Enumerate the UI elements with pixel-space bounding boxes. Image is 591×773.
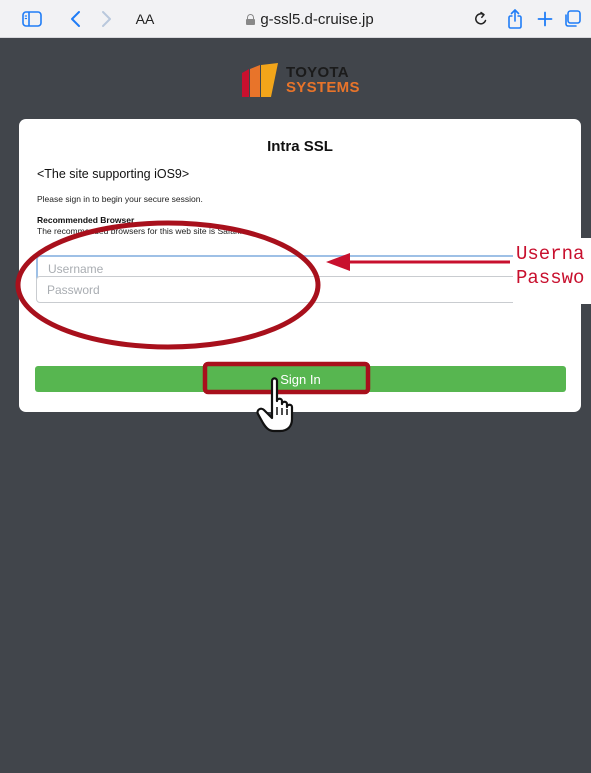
- annotation-line2: Passwo: [516, 267, 585, 289]
- reload-button[interactable]: [470, 0, 492, 38]
- logo-line1: TOYOTA: [286, 64, 349, 81]
- recommended-heading: Recommended Browser: [37, 215, 135, 225]
- new-tab-button[interactable]: [534, 0, 556, 38]
- tabs-icon: [565, 10, 581, 27]
- url-text: g-ssl5.d-cruise.jp: [260, 10, 374, 28]
- ios-support-note: <The site supporting iOS9>: [37, 167, 190, 181]
- password-input[interactable]: [36, 276, 566, 303]
- reload-icon: [475, 11, 487, 25]
- toyota-systems-logo: TOYOTA SYSTEMS: [240, 62, 360, 98]
- login-title: Intra SSL: [267, 138, 333, 155]
- share-icon: [508, 9, 522, 29]
- recommended-text: The recommended browsers for this web si…: [37, 226, 243, 236]
- logo-mark-icon: [242, 63, 278, 97]
- chevron-left-icon: [71, 11, 80, 27]
- browser-toolbar: AA g-ssl5.d-cruise.jp: [0, 0, 591, 38]
- logo-line2: SYSTEMS: [286, 79, 360, 96]
- annotation-callout: Userna Passwo: [513, 238, 591, 304]
- login-card: Intra SSL <The site supporting iOS9> Ple…: [19, 119, 581, 412]
- address-bar[interactable]: g-ssl5.d-cruise.jp: [215, 0, 405, 38]
- reader-label: AA: [135, 11, 155, 27]
- sidebar-icon: [22, 11, 42, 27]
- sign-in-button[interactable]: Sign In: [35, 366, 566, 392]
- sidebar-button[interactable]: [20, 0, 44, 38]
- reader-settings-button[interactable]: AA: [132, 0, 158, 38]
- signin-message: Please sign in to begin your secure sess…: [37, 194, 203, 204]
- back-button[interactable]: [66, 0, 86, 38]
- tabs-button[interactable]: [561, 0, 583, 38]
- annotation-line1: Userna: [516, 243, 585, 265]
- forward-button[interactable]: [96, 0, 116, 38]
- chevron-right-icon: [102, 11, 111, 27]
- share-button[interactable]: [504, 0, 526, 38]
- lock-icon: [246, 13, 256, 25]
- plus-icon: [537, 11, 553, 27]
